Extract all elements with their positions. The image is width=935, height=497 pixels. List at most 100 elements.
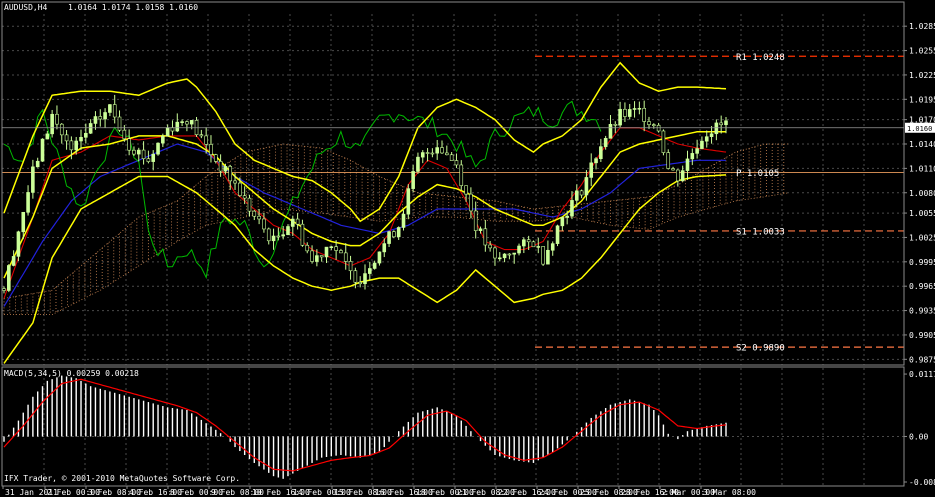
candle-body	[108, 104, 112, 113]
candle-body	[613, 123, 618, 126]
macd-label: MACD(5,34,5) 0.00259 0.00218	[4, 369, 139, 378]
candle-body	[368, 268, 372, 274]
candle-body	[228, 166, 233, 182]
candle-body	[570, 200, 574, 217]
candle-body	[213, 154, 218, 162]
candle-body	[300, 223, 305, 246]
macd-tick-label: -0.00860	[909, 478, 935, 487]
candle-body	[565, 215, 569, 218]
candle-body	[676, 169, 680, 182]
candle-body	[353, 270, 358, 283]
candle-body	[156, 142, 160, 155]
candle-body	[550, 243, 555, 251]
price-chart[interactable]: R1 1.0248 P 1.0105 S1 1.0033 S2 0.9890 1.02…	[0, 0, 935, 497]
candle-body	[161, 135, 165, 144]
candle-body	[589, 162, 594, 178]
candle-body	[695, 148, 699, 154]
candle-body	[122, 129, 127, 140]
grid	[2, 14, 904, 486]
candle-body	[16, 231, 21, 257]
candle-body	[603, 138, 608, 147]
y-tick-label: 1.0110	[909, 164, 935, 173]
candle-body	[459, 164, 464, 186]
candle-body	[74, 140, 78, 151]
candle-body	[469, 193, 473, 212]
candle-body	[599, 146, 603, 159]
candle-body	[189, 120, 194, 125]
candle-body	[666, 152, 671, 169]
candle-body	[411, 171, 415, 189]
candle-body	[651, 124, 656, 126]
candle-body	[522, 239, 526, 247]
candle-body	[69, 140, 74, 151]
candle-body	[690, 153, 695, 160]
candle-body	[290, 218, 295, 227]
time-axis: 31 Jan 20112 Feb 00:003 Feb 08:004 Feb 1…	[2, 486, 756, 497]
candle-body	[247, 197, 252, 212]
candle-body	[151, 153, 156, 162]
candle-body	[724, 120, 728, 126]
candles	[2, 94, 728, 294]
candle-body	[252, 210, 257, 217]
y-tick-label: 1.0225	[909, 71, 935, 80]
candle-body	[334, 246, 338, 251]
candle-body	[165, 127, 170, 137]
macd-panel-border	[1, 366, 905, 487]
candle-body	[430, 152, 435, 155]
candle-body	[497, 257, 502, 260]
candle-body	[310, 250, 314, 262]
candle-body	[7, 265, 11, 291]
candle-body	[199, 134, 204, 137]
candle-body	[555, 225, 560, 244]
y-tick-label: 0.9995	[909, 258, 935, 267]
y-tick-label: 1.0025	[909, 233, 935, 242]
candle-body	[88, 123, 93, 134]
candle-body	[35, 160, 40, 168]
candle-body	[112, 104, 117, 118]
y-tick-label: 1.0055	[909, 209, 935, 218]
candle-body	[185, 121, 189, 125]
candle-body	[127, 138, 131, 151]
candle-body	[26, 192, 30, 213]
candle-body	[276, 235, 281, 238]
candle-body	[700, 140, 704, 149]
symbol-label: AUDUSD,H4	[4, 3, 48, 12]
y-tick-label: 0.9935	[909, 307, 935, 316]
candle-body	[180, 121, 184, 123]
candle-body	[401, 213, 406, 228]
candle-body	[507, 253, 512, 256]
y-tick-label: 0.9875	[909, 355, 935, 364]
candle-body	[392, 231, 396, 238]
candle-body	[435, 147, 440, 154]
candle-body	[464, 185, 468, 195]
candle-body	[324, 246, 329, 258]
candle-body	[21, 211, 26, 233]
pivot-levels: R1 1.0248 P 1.0105 S1 1.0033 S2 0.9890	[2, 53, 904, 354]
candle-body	[661, 130, 666, 153]
candle-body	[339, 250, 343, 254]
candle-body	[257, 215, 261, 220]
candle-body	[45, 133, 50, 140]
chart-window[interactable]: R1 1.0248 P 1.0105 S1 1.0033 S2 0.9890 1.02…	[0, 0, 935, 497]
candle-body	[233, 180, 237, 184]
candle-body	[281, 234, 285, 237]
pivot-label: P 1.0105	[736, 169, 779, 179]
candle-body	[449, 154, 454, 161]
candle-body	[382, 243, 387, 253]
candle-body	[377, 251, 382, 264]
y-tick-label: 0.9965	[909, 282, 935, 291]
candle-body	[623, 108, 627, 117]
candle-body	[454, 160, 459, 166]
candle-body	[536, 246, 541, 248]
candle-body	[319, 255, 324, 258]
ohlc-label: 1.0164 1.0174 1.0158 1.0160	[68, 3, 198, 12]
candle-body	[512, 252, 517, 255]
candle-body	[363, 273, 367, 285]
candle-body	[55, 113, 59, 125]
bollinger-upper	[3, 61, 727, 223]
ichimoku-cloud	[3, 143, 789, 315]
candle-body	[286, 226, 290, 235]
candle-body	[175, 121, 180, 132]
candle-body	[493, 247, 497, 259]
candle-body	[680, 170, 685, 182]
